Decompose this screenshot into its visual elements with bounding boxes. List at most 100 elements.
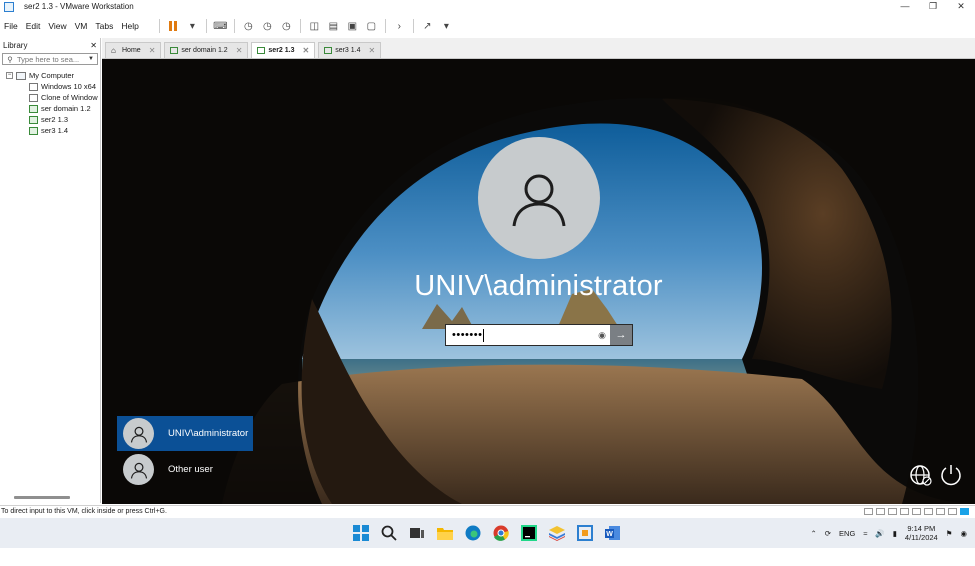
console-view-icon[interactable]: › — [392, 19, 407, 33]
task-view-icon[interactable] — [406, 522, 428, 544]
tree-item-vm[interactable]: ser2 1.3 — [0, 114, 100, 125]
show-library-icon[interactable]: ◫ — [307, 19, 322, 33]
unity-icon[interactable]: ▢ — [364, 19, 379, 33]
login-username: UNIV\administrator — [414, 270, 663, 302]
chevron-up-icon[interactable]: ⌃ — [810, 529, 816, 538]
tab-label: Home — [122, 47, 141, 54]
cd-icon[interactable] — [876, 508, 885, 515]
network-globe-icon[interactable] — [909, 463, 933, 487]
close-library-button[interactable]: ✕ — [90, 41, 97, 50]
user-tile-other[interactable]: Other user — [117, 452, 253, 487]
file-explorer-icon[interactable] — [434, 522, 456, 544]
tree-item-vm[interactable]: Clone of Window — [0, 92, 100, 103]
running-vm-icon — [29, 104, 38, 113]
library-panel: Library ✕ ⚲ Type here to sea... ▼ − My C… — [0, 38, 101, 503]
close-tab-icon[interactable]: ✕ — [303, 46, 310, 55]
device-status-icons — [861, 508, 969, 515]
tree-label: My Computer — [29, 71, 75, 80]
stretch-dropdown-icon[interactable]: ▾ — [439, 19, 454, 33]
volume-icon[interactable]: 🔊 — [875, 529, 884, 538]
tab-ser3[interactable]: ser3 1.4 ✕ — [318, 42, 382, 58]
reveal-password-icon[interactable]: ◉ — [598, 330, 606, 341]
maximize-button[interactable]: ❐ — [919, 0, 947, 13]
toolbar-divider — [233, 19, 235, 33]
chrome-icon[interactable] — [490, 522, 512, 544]
system-tray: ⌃ ⟳ ENG ≈ 🔊 ▮ 9:14 PM 4/11/2024 ⚑ ◉ — [802, 520, 967, 546]
notification-bell-icon[interactable]: ⚑ — [946, 529, 953, 538]
menu-tabs[interactable]: Tabs — [91, 21, 117, 31]
toolbar-divider — [384, 19, 386, 33]
sound-icon[interactable] — [912, 508, 921, 515]
send-ctrl-alt-del-icon[interactable]: ⌨ — [213, 19, 228, 33]
vmware-icon[interactable] — [574, 522, 596, 544]
search-dropdown-icon[interactable]: ▼ — [88, 56, 97, 62]
accessibility-power-icon[interactable] — [939, 463, 963, 487]
collapse-icon[interactable]: − — [6, 72, 13, 79]
revert-snapshot-icon[interactable]: ◷ — [260, 19, 275, 33]
printer-icon[interactable] — [924, 508, 933, 515]
clock[interactable]: 9:14 PM 4/11/2024 — [905, 524, 938, 542]
battery-icon[interactable]: ▮ — [893, 529, 897, 538]
menu-file[interactable]: File — [0, 21, 22, 31]
close-tab-icon[interactable]: ✕ — [369, 46, 376, 55]
vmware-app-icon — [4, 1, 14, 12]
library-search[interactable]: ⚲ Type here to sea... ▼ — [2, 53, 98, 65]
close-window-button[interactable]: ✕ — [947, 0, 975, 13]
home-icon: ⌂ — [111, 45, 116, 55]
power-dropdown-icon[interactable]: ▾ — [185, 19, 200, 33]
notification-icon[interactable] — [960, 508, 969, 515]
usb-icon[interactable] — [900, 508, 909, 515]
network-adapter-icon[interactable] — [888, 508, 897, 515]
close-tab-icon[interactable]: ✕ — [236, 46, 243, 55]
computer-icon — [16, 71, 26, 80]
tree-item-my-computer[interactable]: − My Computer — [0, 70, 100, 81]
pycharm-icon[interactable] — [518, 522, 540, 544]
display-icon[interactable] — [936, 508, 945, 515]
vm-display[interactable]: UNIV\administrator ••••••• ◉ → UNIV\admi… — [102, 59, 975, 504]
password-field[interactable]: ••••••• ◉ → — [445, 324, 633, 346]
windows-start-icon[interactable] — [350, 522, 372, 544]
vm-tab-icon — [257, 47, 266, 54]
word-icon[interactable]: W — [602, 522, 624, 544]
stretch-guest-icon[interactable]: ↗ — [420, 19, 435, 33]
toolbar-divider — [412, 19, 414, 33]
menu-view[interactable]: View — [44, 21, 70, 31]
submit-arrow-button[interactable]: → — [610, 325, 632, 345]
user-icon — [123, 454, 154, 485]
window-title: ser2 1.3 - VMware Workstation — [24, 2, 134, 11]
tab-label: ser domain 1.2 — [181, 47, 228, 54]
tree-item-vm[interactable]: ser domain 1.2 — [0, 103, 100, 114]
library-scrollbar[interactable] — [14, 496, 70, 499]
menu-edit[interactable]: Edit — [22, 21, 45, 31]
tab-ser2[interactable]: ser2 1.3 ✕ — [251, 42, 316, 58]
snapshot-icon[interactable]: ◷ — [241, 19, 256, 33]
snapshot-manager-icon[interactable]: ◷ — [279, 19, 294, 33]
messages-icon[interactable] — [948, 508, 957, 515]
sync-icon[interactable]: ⟳ — [825, 529, 831, 538]
vm-tab-icon — [324, 47, 333, 54]
search-icon[interactable] — [378, 522, 400, 544]
screen-bottom-margin — [0, 548, 975, 566]
hdd-icon[interactable] — [864, 508, 873, 515]
language-indicator[interactable]: ENG — [839, 529, 855, 538]
thumbnail-bar-icon[interactable]: ▤ — [326, 19, 341, 33]
pause-vm-button[interactable] — [166, 19, 181, 33]
menu-help[interactable]: Help — [117, 21, 142, 31]
menu-vm[interactable]: VM — [71, 21, 92, 31]
edge-icon[interactable] — [462, 522, 484, 544]
wifi-icon[interactable]: ≈ — [863, 529, 867, 538]
stack-app-icon[interactable] — [546, 522, 568, 544]
full-screen-icon[interactable]: ▣ — [345, 19, 360, 33]
tree-item-vm[interactable]: Windows 10 x64 — [0, 81, 100, 92]
tab-ser-domain[interactable]: ser domain 1.2 ✕ — [164, 42, 249, 58]
close-tab-icon[interactable]: ✕ — [149, 46, 156, 55]
minimize-button[interactable]: — — [891, 0, 919, 13]
copilot-icon[interactable]: ◉ — [960, 529, 967, 538]
user-tile-label: Other user — [168, 464, 213, 475]
toolbar-divider — [299, 19, 301, 33]
vm-icon — [29, 82, 38, 91]
tab-home[interactable]: ⌂ Home ✕ — [105, 42, 162, 58]
tab-label: ser2 1.3 — [268, 47, 295, 54]
user-tile-administrator[interactable]: UNIV\administrator — [117, 416, 253, 451]
tree-item-vm[interactable]: ser3 1.4 — [0, 125, 100, 136]
